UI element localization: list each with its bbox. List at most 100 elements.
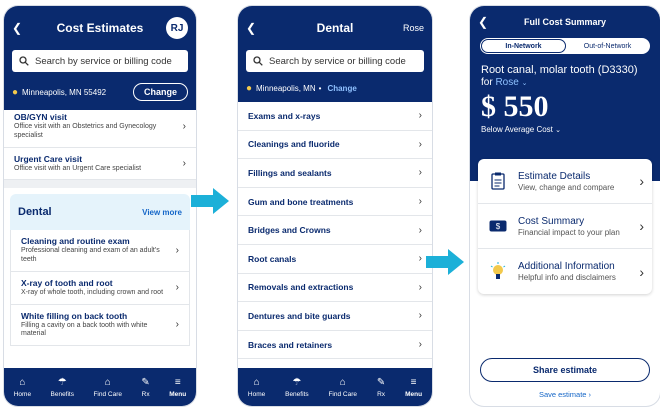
search-input[interactable]: Search by service or billing code xyxy=(12,50,188,72)
tab-rx[interactable]: ✎ Rx xyxy=(377,377,385,398)
change-button[interactable]: Change xyxy=(132,83,188,101)
change-link[interactable]: Change xyxy=(327,84,356,93)
category-item[interactable]: Cleanings and fluoride › xyxy=(238,131,432,160)
divider xyxy=(4,180,196,189)
search-input[interactable]: Search by service or billing code xyxy=(246,50,424,72)
house-icon: ⌂ xyxy=(104,376,111,388)
header-area: ❮ Cost Estimates RJ Search by service or… xyxy=(4,6,196,110)
chevron-right-icon: › xyxy=(639,173,644,189)
list-item[interactable]: OB/GYN visit Office visit with an Obstetr… xyxy=(4,110,196,148)
chevron-right-icon: › xyxy=(418,310,422,322)
chevron-right-icon: › xyxy=(639,218,644,234)
item-desc: Office visit with an Urgent Care special… xyxy=(14,164,142,172)
item-title: OB/GYN visit xyxy=(14,112,67,122)
chevron-right-icon: › xyxy=(418,339,422,351)
category-item[interactable]: Gum and bone treatments › xyxy=(238,188,432,217)
tab-home[interactable]: ⌂ Home xyxy=(248,377,265,398)
chevron-right-icon: › xyxy=(418,224,422,236)
pill-icon: ✎ xyxy=(141,376,150,388)
view-more-link[interactable]: View more xyxy=(142,208,182,217)
category-item[interactable]: Dentures and bite guards › xyxy=(238,302,432,331)
home-icon: ⌂ xyxy=(19,376,26,388)
bottom-tab-bar: ⌂ Home ☂ Benefits ⌂ Find Care ✎ Rx ≡ Menu xyxy=(4,368,196,406)
tab-in-network[interactable]: In-Network xyxy=(481,39,566,53)
back-icon[interactable]: ❮ xyxy=(478,15,488,29)
category-item[interactable]: Braces and retainers › xyxy=(238,331,432,360)
chevron-right-icon: › xyxy=(418,196,422,208)
list-item[interactable]: White filling on back tooth Filling a cav… xyxy=(11,305,189,346)
procedure-name: Root canal, molar tooth (D3330) xyxy=(481,64,638,76)
tab-benefits[interactable]: ☂ Benefits xyxy=(51,377,75,398)
member-dropdown[interactable]: Rose xyxy=(495,77,518,88)
chevron-down-icon: ⌄ xyxy=(521,80,528,87)
back-icon[interactable]: ❮ xyxy=(246,21,256,35)
category-item[interactable]: Root canals › xyxy=(238,245,432,274)
avatar[interactable]: RJ xyxy=(166,17,188,39)
search-icon xyxy=(19,56,29,66)
list-item[interactable]: X-ray of tooth and root X-ray of whole to… xyxy=(11,272,189,305)
chevron-right-icon: › xyxy=(175,245,179,256)
tab-home[interactable]: ⌂ Home xyxy=(14,377,31,398)
dental-list: Cleaning and routine exam Professional cl… xyxy=(10,230,190,346)
screen-dental: ❮ Dental Rose Search by service or billi… xyxy=(238,6,432,406)
item-desc: Office visit with an Obstetrics and Gyne… xyxy=(14,123,157,139)
tab-find-care[interactable]: ⌂ Find Care xyxy=(328,377,357,398)
tab-menu[interactable]: ≡ Menu xyxy=(405,377,422,398)
location-pin-icon: ● xyxy=(12,86,19,98)
item-desc: Professional cleaning and exam of an adu… xyxy=(21,247,160,263)
section-title: Dental xyxy=(18,206,52,219)
chevron-right-icon: › xyxy=(175,319,179,331)
options-card: Estimate Details View, change and compare… xyxy=(478,159,652,294)
chevron-down-icon: ⌄ xyxy=(555,127,562,134)
cost-summary-option[interactable]: $ Cost Summary Financial impact to your p… xyxy=(478,204,652,249)
dollar-bill-icon: $ xyxy=(489,220,507,232)
category-item[interactable]: Bridges and Crowns › xyxy=(238,216,432,245)
item-title: Urgent Care visit xyxy=(14,153,83,164)
page-title: Full Cost Summary xyxy=(523,17,606,27)
additional-information-option[interactable]: Additional Information Helpful info and d… xyxy=(478,249,652,294)
tab-out-of-network[interactable]: Out-of-Network xyxy=(566,39,649,53)
clipboard-icon xyxy=(491,172,505,190)
dental-section-header: Dental View more xyxy=(10,194,190,231)
lightbulb-icon xyxy=(490,261,506,279)
location-pin-icon: ● xyxy=(246,82,253,94)
umbrella-icon: ☂ xyxy=(292,376,302,388)
svg-text:$: $ xyxy=(496,222,501,231)
flow-arrow-icon xyxy=(426,249,464,275)
house-icon: ⌂ xyxy=(339,376,346,388)
header-area: ❮ Dental Rose Search by service or billi… xyxy=(238,6,432,102)
tab-menu[interactable]: ≡ Menu xyxy=(169,377,186,398)
share-estimate-button[interactable]: Share estimate xyxy=(480,358,650,382)
chevron-right-icon: › xyxy=(639,263,644,280)
list-item[interactable]: Urgent Care visit Office visit with an Ur… xyxy=(4,148,196,181)
estimate-details-option[interactable]: Estimate Details View, change and compare… xyxy=(478,159,652,204)
search-placeholder: Search by service or billing code xyxy=(35,55,172,67)
separator-dot: • xyxy=(318,83,322,93)
category-item[interactable]: Removals and extractions › xyxy=(238,274,432,303)
back-icon[interactable]: ❮ xyxy=(12,21,22,35)
tab-rx[interactable]: ✎ Rx xyxy=(141,377,149,398)
screen-full-cost-summary: ❮ Full Cost Summary In-Network Out-of-Ne… xyxy=(470,6,660,406)
chevron-right-icon: › xyxy=(418,281,422,293)
chevron-right-icon: › xyxy=(418,138,422,150)
item-title: Cleaning and routine exam xyxy=(21,236,130,247)
item-title: X-ray of tooth and root xyxy=(21,277,113,288)
item-desc: X-ray of whole tooth, including crown an… xyxy=(21,288,164,296)
chevron-right-icon: › xyxy=(418,167,422,179)
category-item[interactable]: Exams and x-rays › xyxy=(238,102,432,131)
member-selector[interactable]: Rose xyxy=(403,23,424,33)
pill-icon: ✎ xyxy=(376,376,386,388)
tab-benefits[interactable]: ☂ Benefits xyxy=(285,377,309,398)
top-list: OB/GYN visit Office visit with an Obstetr… xyxy=(4,110,196,181)
list-item[interactable]: Cleaning and routine exam Professional cl… xyxy=(11,230,189,272)
member-line[interactable]: for Rose ⌄ xyxy=(481,77,649,88)
home-icon: ⌂ xyxy=(253,376,260,388)
category-item[interactable]: Fillings and sealants › xyxy=(238,159,432,188)
save-estimate-link[interactable]: Save estimate › xyxy=(470,390,660,399)
tab-find-care[interactable]: ⌂ Find Care xyxy=(93,377,122,398)
cost-note[interactable]: Below Average Cost ⌄ xyxy=(481,125,649,134)
chevron-right-icon: › xyxy=(418,110,422,122)
menu-icon: ≡ xyxy=(410,376,417,388)
chevron-right-icon: › xyxy=(182,157,186,169)
search-placeholder: Search by service or billing code xyxy=(269,55,406,67)
